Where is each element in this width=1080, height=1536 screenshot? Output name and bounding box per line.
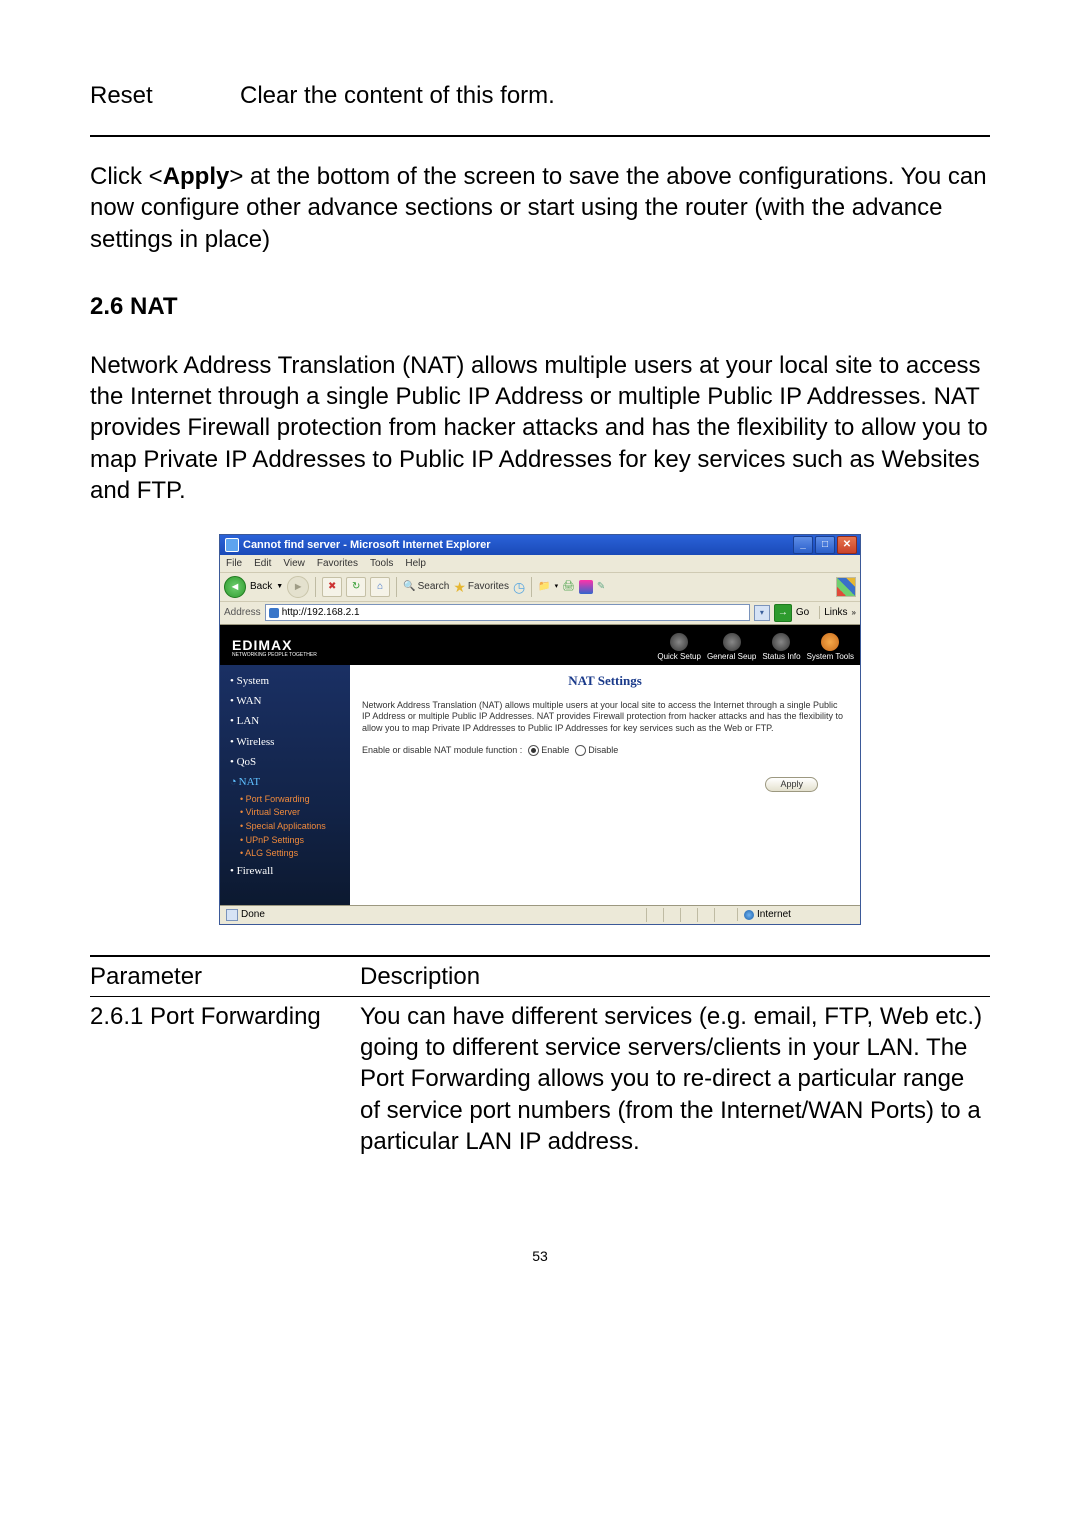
favorites-icon: ★ [453,578,466,596]
nav-status-info[interactable]: Status Info [762,633,800,662]
sidebar-sub-virtual-server[interactable]: Virtual Server [220,806,350,820]
radio-enable[interactable]: Enable [528,745,569,757]
router-header: EDIMAX NETWORKING PEOPLE TOGETHER Quick … [220,625,860,665]
status-done: Done [241,908,265,921]
globe-icon [723,633,741,651]
internet-zone-icon [744,910,754,920]
page-icon [269,608,279,618]
sidebar-item-system[interactable]: System [220,671,350,691]
nav-quick-setup[interactable]: Quick Setup [657,633,701,662]
globe-icon [670,633,688,651]
toolbar: ◄ Back ▼ ► ✖ ↻ ⌂ 🔍 Search ★ Favorites ◷ … [220,573,860,602]
menu-tools[interactable]: Tools [370,557,393,570]
tools-icon [821,633,839,651]
minimize-button[interactable]: _ [793,536,813,554]
status-bar: Done Internet [220,905,860,924]
nat-settings-title: NAT Settings [362,673,848,690]
page-icon [226,909,238,921]
links-label[interactable]: Links [819,606,847,619]
window-titlebar: Cannot find server - Microsoft Internet … [220,535,860,555]
menubar: File Edit View Favorites Tools Help [220,555,860,573]
parameter-table: Parameter Description 2.6.1 Port Forward… [90,955,990,1157]
refresh-button[interactable]: ↻ [346,577,366,597]
stop-button[interactable]: ✖ [322,577,342,597]
sidebar-sub-upnp-settings[interactable]: UPnP Settings [220,834,350,848]
status-zone: Internet [757,908,791,921]
sidebar-item-qos[interactable]: QoS [220,752,350,772]
sidebar-item-wan[interactable]: WAN [220,691,350,711]
folder-icon[interactable]: 📁 [538,580,550,593]
menu-file[interactable]: File [226,557,242,570]
discuss-icon[interactable]: ✎ [597,580,605,593]
apply-instruction-text: Click <Apply> at the bottom of the scree… [90,161,990,255]
nav-general-setup[interactable]: General Seup [707,633,756,662]
back-label: Back [250,580,272,593]
maximize-button[interactable]: □ [815,536,835,554]
menu-edit[interactable]: Edit [254,557,271,570]
table-row-desc: You can have different services (e.g. em… [360,1001,990,1157]
menu-favorites[interactable]: Favorites [317,557,358,570]
sidebar-sub-port-forwarding[interactable]: Port Forwarding [220,793,350,807]
radio-disable[interactable]: Disable [575,745,618,757]
menu-view[interactable]: View [283,557,305,570]
reset-param-desc: Clear the content of this form. [240,80,990,111]
edimax-tagline: NETWORKING PEOPLE TOGETHER [232,652,317,659]
table-header-description: Description [360,961,480,992]
apply-button[interactable]: Apply [765,777,818,793]
search-label[interactable]: Search [418,580,450,593]
favorites-label[interactable]: Favorites [468,580,509,593]
table-row-param: 2.6.1 Port Forwarding [90,1001,360,1157]
globe-icon [772,633,790,651]
menu-help[interactable]: Help [405,557,426,570]
search-icon: 🔍 [403,580,415,593]
windows-flag-icon [836,577,856,597]
section-heading-nat: 2.6 NAT [90,291,990,322]
forward-button[interactable]: ► [287,576,309,598]
sidebar-sub-alg-settings[interactable]: ALG Settings [220,847,350,861]
sidebar-item-lan[interactable]: LAN [220,711,350,731]
router-main-content: NAT Settings Network Address Translation… [350,665,860,905]
reset-param-label: Reset [90,80,240,111]
sidebar-sub-special-applications[interactable]: Special Applications [220,820,350,834]
window-title: Cannot find server - Microsoft Internet … [243,538,491,552]
sidebar-item-nat[interactable]: NAT [220,772,350,792]
go-button[interactable]: → [774,604,792,622]
nat-toggle-label: Enable or disable NAT module function : [362,745,522,757]
address-dropdown[interactable]: ▾ [754,605,770,621]
back-button[interactable]: ◄ [224,576,246,598]
nat-settings-desc: Network Address Translation (NAT) allows… [362,700,848,735]
nav-system-tools[interactable]: System Tools [807,633,854,662]
go-label: Go [796,606,809,619]
ie-icon [225,538,239,552]
table-header-parameter: Parameter [90,961,360,992]
ie-screenshot: Cannot find server - Microsoft Internet … [219,534,861,925]
history-icon[interactable]: ◷ [513,578,525,596]
sidebar-item-firewall[interactable]: Firewall [220,861,350,881]
router-sidebar: System WAN LAN Wireless QoS NAT Port For… [220,665,350,905]
print-icon[interactable]: 🖨 [562,580,575,593]
address-field[interactable]: http://192.168.2.1 [265,604,750,621]
home-button[interactable]: ⌂ [370,577,390,597]
sidebar-item-wireless[interactable]: Wireless [220,732,350,752]
mail-icon[interactable] [579,580,593,594]
page-number: 53 [90,1247,990,1265]
radio-dot-icon [575,745,586,756]
nat-description-text: Network Address Translation (NAT) allows… [90,350,990,506]
address-label: Address [224,606,261,619]
close-button[interactable]: ✕ [837,536,857,554]
address-value: http://192.168.2.1 [282,606,360,619]
radio-dot-icon [528,745,539,756]
address-bar: Address http://192.168.2.1 ▾ → Go Links … [220,602,860,625]
